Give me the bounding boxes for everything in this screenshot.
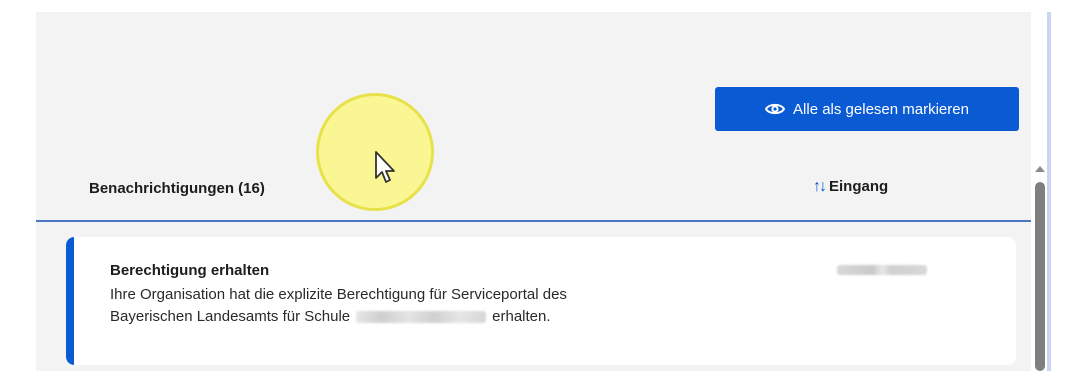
sort-label: Eingang [829, 178, 889, 195]
scroll-thumb[interactable] [1035, 182, 1045, 371]
notification-body-line2-end: erhalten. [492, 308, 551, 325]
header-divider [36, 220, 1031, 222]
scrollbar[interactable] [1033, 160, 1047, 371]
notification-body-line2-start: Bayerischen Landesamts für Schule [110, 308, 351, 325]
notification-date-redacted [837, 265, 927, 275]
notification-body: Ihre Organisation hat die explizite Bere… [110, 284, 710, 328]
notification-body-line1: Ihre Organisation hat die explizite Bere… [110, 286, 567, 303]
sort-arrows-icon: ↑↓ [813, 177, 827, 195]
mark-all-read-button[interactable]: Alle als gelesen markieren [715, 87, 1019, 131]
eye-icon [765, 103, 786, 115]
mark-all-read-label: Alle als gelesen markieren [793, 100, 969, 118]
scroll-up-arrow-icon[interactable] [1035, 166, 1045, 172]
mouse-pointer-icon [375, 151, 395, 183]
redacted-text [356, 311, 487, 324]
notifications-count-header: Benachrichtigungen (16) [89, 180, 265, 197]
unread-indicator [66, 237, 74, 365]
notification-item[interactable]: Berechtigung erhalten Ihre Organisation … [66, 237, 1016, 365]
sort-by-received-button[interactable]: ↑↓ Eingang [813, 178, 888, 195]
notification-title: Berechtigung erhalten [110, 262, 270, 279]
window-edge [1047, 12, 1051, 371]
